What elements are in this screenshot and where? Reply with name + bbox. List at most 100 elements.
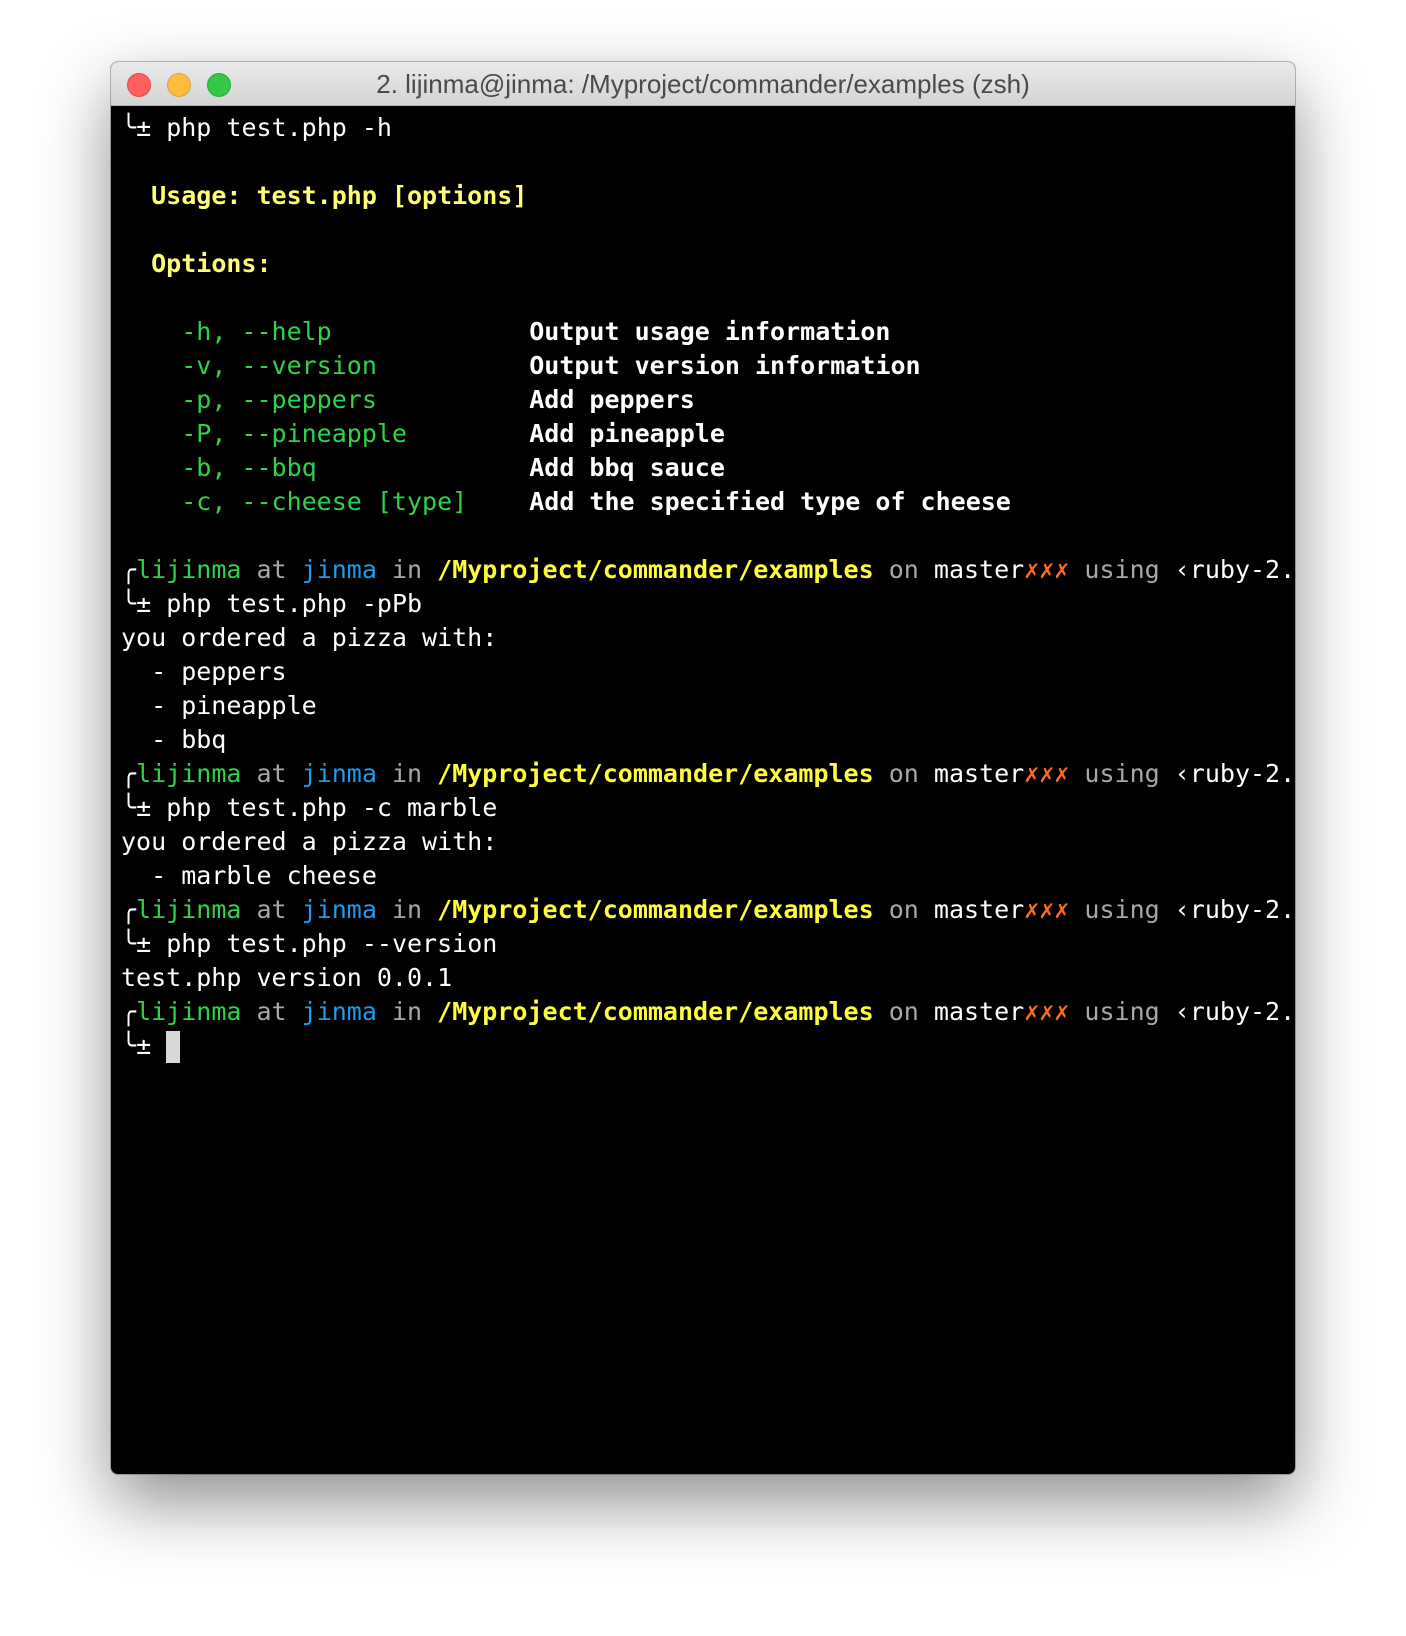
option-desc: Add bbq sauce (529, 453, 725, 482)
output-line: - peppers (121, 657, 287, 686)
prompt-in: in (391, 895, 423, 924)
usage-line: Usage: test.php [options] (121, 179, 1295, 213)
option-desc: Add pineapple (529, 419, 725, 448)
option-flag: -P, --pineapple (181, 419, 407, 448)
prompt-ruby: ‹ruby-2.1.5› (1174, 895, 1295, 924)
output-line: - pineapple (121, 691, 317, 720)
prompt-path: /Myproject/commander/examples (437, 997, 874, 1026)
prompt-at: at (256, 555, 287, 584)
prompt-path: /Myproject/commander/examples (437, 555, 874, 584)
prompt-path: /Myproject/commander/examples (437, 759, 874, 788)
options-heading-line: Options: (121, 247, 1295, 281)
prompt-symbol: ± (136, 929, 152, 958)
prompt-corner-bottom: ╰ (121, 1031, 137, 1060)
prompt-branch: master (933, 759, 1025, 788)
option-row: -p, --peppers Add peppers (121, 383, 1295, 417)
prompt-in: in (391, 759, 423, 788)
command-text: php test.php --version (166, 929, 498, 958)
option-flag: -p, --peppers (181, 385, 377, 414)
prompt-line: ╭lijinma at jinma in /Myproject/commande… (121, 893, 1295, 927)
terminal-window: 2. lijinma@jinma: /Myproject/commander/e… (111, 62, 1295, 1474)
prompt-corner-top: ╭ (121, 997, 137, 1026)
usage-text: Usage: test.php [options] (151, 181, 528, 210)
prompt-ruby: ‹ruby-2.1.5› (1174, 997, 1295, 1026)
command-text: php test.php -pPb (166, 589, 423, 618)
prompt-using: using (1084, 997, 1160, 1026)
option-flag: -b, --bbq (181, 453, 317, 482)
prompt-ruby: ‹ruby-2.1.5› (1174, 555, 1295, 584)
output-line: you ordered a pizza with: (121, 623, 498, 652)
option-row: -c, --cheese [type] Add the specified typ… (121, 485, 1295, 519)
option-flag: -v, --version (181, 351, 377, 380)
prompt-at: at (256, 759, 287, 788)
command-text: php test.php -c marble (166, 793, 498, 822)
prompt-using: using (1084, 555, 1160, 584)
command-line: ╰± php test.php -h (121, 111, 1295, 145)
prompt-line: ╭lijinma at jinma in /Myproject/commande… (121, 995, 1295, 1029)
prompt-user: lijinma (136, 895, 242, 924)
prompt-symbol: ± (136, 113, 152, 142)
option-desc: Add the specified type of cheese (529, 487, 1011, 516)
prompt-corner-bottom: ╰ (121, 113, 137, 142)
terminal-output[interactable]: ╰± php test.php -h Usage: test.php [opti… (111, 106, 1295, 1063)
prompt-host: jinma (301, 895, 377, 924)
prompt-user: lijinma (136, 997, 242, 1026)
prompt-host: jinma (301, 759, 377, 788)
prompt-dirty: ✗✗✗ (1024, 997, 1070, 1026)
prompt-branch: master (933, 555, 1025, 584)
output-line: you ordered a pizza with: (121, 827, 498, 856)
text-cursor[interactable] (166, 1031, 181, 1063)
prompt-symbol: ± (136, 793, 152, 822)
prompt-in: in (391, 555, 423, 584)
output-line: - bbq (121, 725, 227, 754)
command-text: php test.php -h (166, 113, 392, 142)
prompt-ruby: ‹ruby-2.1.5› (1174, 759, 1295, 788)
option-desc: Output version information (529, 351, 921, 380)
window-title: 2. lijinma@jinma: /Myproject/commander/e… (376, 69, 1030, 99)
output-line: test.php version 0.0.1 (121, 963, 453, 992)
prompt-on: on (888, 895, 919, 924)
prompt-on: on (888, 555, 919, 584)
prompt-symbol: ± (136, 589, 152, 618)
prompt-host: jinma (301, 997, 377, 1026)
prompt-in: in (391, 997, 423, 1026)
prompt-dirty: ✗✗✗ (1024, 555, 1070, 584)
prompt-path: /Myproject/commander/examples (437, 895, 874, 924)
option-row: -v, --version Output version information (121, 349, 1295, 383)
prompt-corner-top: ╭ (121, 555, 137, 584)
command-line: ╰± php test.php -pPb (121, 587, 1295, 621)
prompt-user: lijinma (136, 555, 242, 584)
prompt-branch: master (933, 895, 1025, 924)
command-line: ╰± php test.php --version (121, 927, 1295, 961)
prompt-corner-top: ╭ (121, 759, 137, 788)
prompt-using: using (1084, 895, 1160, 924)
prompt-host: jinma (301, 555, 377, 584)
option-row: -P, --pineapple Add pineapple (121, 417, 1295, 451)
prompt-line: ╭lijinma at jinma in /Myproject/commande… (121, 757, 1295, 791)
prompt-dirty: ✗✗✗ (1024, 759, 1070, 788)
option-desc: Output usage information (529, 317, 891, 346)
title-bar[interactable]: 2. lijinma@jinma: /Myproject/commander/e… (111, 62, 1295, 106)
option-row: -h, --help Output usage information (121, 315, 1295, 349)
option-flag: -c, --cheese [type] (181, 487, 468, 516)
prompt-corner-bottom: ╰ (121, 793, 137, 822)
prompt-corner-bottom: ╰ (121, 929, 137, 958)
prompt-dirty: ✗✗✗ (1024, 895, 1070, 924)
input-line[interactable]: ╰± (121, 1029, 1295, 1063)
prompt-at: at (256, 895, 287, 924)
prompt-on: on (888, 759, 919, 788)
prompt-corner-bottom: ╰ (121, 589, 137, 618)
option-row: -b, --bbq Add bbq sauce (121, 451, 1295, 485)
prompt-corner-top: ╭ (121, 895, 137, 924)
prompt-line: ╭lijinma at jinma in /Myproject/commande… (121, 553, 1295, 587)
prompt-user: lijinma (136, 759, 242, 788)
prompt-on: on (888, 997, 919, 1026)
options-heading: Options: (151, 249, 272, 278)
command-line: ╰± php test.php -c marble (121, 791, 1295, 825)
prompt-at: at (256, 997, 287, 1026)
option-flag: -h, --help (181, 317, 332, 346)
prompt-using: using (1084, 759, 1160, 788)
output-line: - marble cheese (121, 861, 377, 890)
option-desc: Add peppers (529, 385, 695, 414)
prompt-branch: master (933, 997, 1025, 1026)
